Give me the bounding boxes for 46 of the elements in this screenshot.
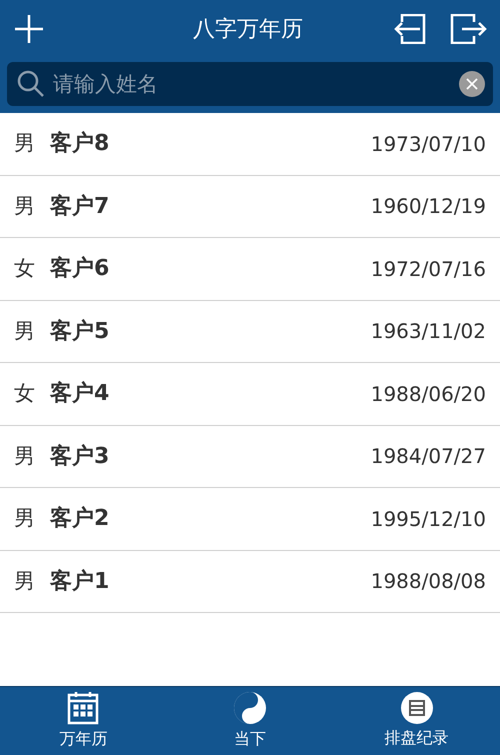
- customer-name: 客户4: [50, 380, 110, 408]
- close-icon: [466, 78, 478, 90]
- list-icon: [400, 692, 433, 724]
- birth-date: 1972/07/16: [370, 256, 486, 283]
- birth-date: 1973/07/10: [370, 130, 486, 158]
- customer-row[interactable]: 男 客户3 1984/07/27: [0, 426, 500, 488]
- birth-date: 1960/12/19: [370, 193, 486, 220]
- customer-name: 客户2: [50, 504, 110, 534]
- gender-label: 女: [14, 380, 36, 407]
- nav-tab[interactable]: 万年历: [0, 687, 167, 755]
- customer-row[interactable]: 男 客户7 1960/12/19: [0, 176, 500, 238]
- birth-date: 1988/08/08: [370, 568, 486, 596]
- birth-date: 1984/07/27: [370, 443, 486, 470]
- search-field[interactable]: 请输入姓名: [7, 62, 493, 106]
- gender-label: 男: [14, 192, 36, 220]
- gender-label: 男: [14, 568, 36, 594]
- customer-row[interactable]: 男 客户2 1995/12/10: [0, 488, 500, 550]
- birth-date: 1995/12/10: [370, 506, 486, 533]
- customer-row[interactable]: 女 客户6 1972/07/16: [0, 238, 500, 300]
- gender-label: 男: [14, 318, 36, 344]
- customer-name: 客户5: [50, 318, 110, 346]
- customer-row[interactable]: 男 客户8 1973/07/10: [0, 113, 500, 176]
- gender-label: 女: [14, 255, 36, 282]
- nav-tab[interactable]: 排盘纪录: [333, 687, 500, 755]
- customer-name: 客户1: [50, 568, 110, 596]
- birth-date: 1988/06/20: [370, 380, 486, 408]
- customer-name: 客户3: [50, 442, 110, 471]
- calendar-icon: [67, 691, 100, 725]
- customer-name: 客户7: [50, 192, 110, 221]
- customer-name: 客户8: [50, 130, 110, 158]
- birth-date: 1963/11/02: [370, 318, 486, 346]
- export-icon: [450, 14, 488, 44]
- customer-row[interactable]: 男 客户5 1963/11/02: [0, 300, 500, 363]
- app-title: 八字万年历: [193, 16, 303, 44]
- search-icon: [17, 70, 45, 98]
- plus-icon: [14, 14, 44, 44]
- customer-row[interactable]: 女 客户4 1988/06/20: [0, 363, 500, 426]
- nav-tab[interactable]: 当下: [166, 687, 334, 755]
- import-icon: [392, 14, 426, 44]
- add-button[interactable]: [12, 12, 46, 46]
- yin-yang-icon: [233, 691, 267, 725]
- gender-label: 男: [14, 505, 36, 532]
- customer-row[interactable]: 男 客户1 1988/08/08: [0, 550, 500, 613]
- gender-label: 男: [14, 130, 36, 157]
- gender-label: 男: [14, 442, 36, 470]
- customer-name: 客户6: [50, 254, 110, 284]
